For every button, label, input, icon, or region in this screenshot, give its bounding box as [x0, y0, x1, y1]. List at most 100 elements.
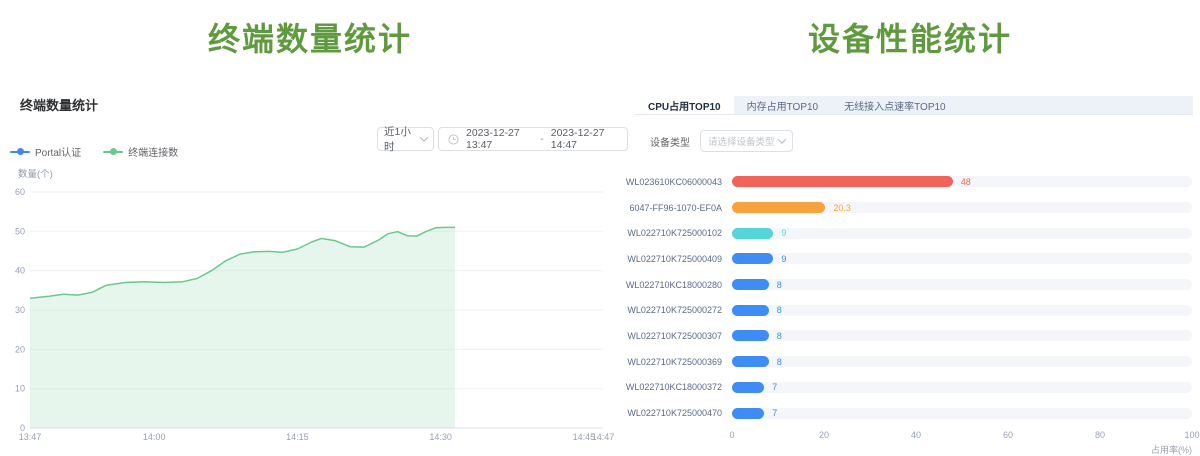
- bar: [732, 382, 764, 393]
- legend-label: Portal认证: [35, 144, 81, 159]
- bar: [732, 305, 769, 316]
- bar-track: 20.3: [732, 202, 1192, 213]
- bar-row: 6047-FF96-1070-EF0A 20.3: [620, 195, 1200, 221]
- bar-track: 48: [732, 176, 1192, 187]
- device-serial-label: WL022710K725000272: [620, 305, 727, 315]
- time-range-select[interactable]: 近1小时: [377, 127, 434, 151]
- device-type-label: 设备类型: [650, 134, 690, 149]
- bar-row: WL023610KC06000043 48: [620, 169, 1200, 195]
- device-serial-label: WL022710K725000409: [620, 254, 727, 264]
- bar-track: 9: [732, 228, 1192, 239]
- date-separator: -: [540, 133, 544, 145]
- performance-tabs: CPU占用TOP10 内存占用TOP10 无线接入点速率TOP10: [635, 96, 1193, 115]
- left-section-heading: 终端数量统计: [0, 14, 620, 60]
- bar: [732, 330, 769, 341]
- bar: [732, 279, 769, 290]
- chart-legend: Portal认证 终端连接数: [10, 144, 178, 159]
- x-axis-tick: 40: [911, 430, 921, 440]
- device-type-filter: 设备类型 请选择设备类型: [650, 130, 793, 152]
- bar-track: 7: [732, 382, 1192, 393]
- bar-row: WL022710K7250003698: [620, 349, 1200, 375]
- svg-text:14:47: 14:47: [592, 432, 615, 442]
- bar: [732, 356, 769, 367]
- svg-text:60: 60: [15, 187, 25, 197]
- svg-text:14:00: 14:00: [143, 432, 166, 442]
- legend-line-dot-icon: [10, 151, 30, 153]
- bar-value: 7: [772, 408, 777, 419]
- bar-value: 8: [777, 305, 782, 316]
- x-axis-tick: 100: [1184, 430, 1199, 440]
- legend-item-portal[interactable]: Portal认证: [10, 144, 81, 159]
- bar: [732, 202, 825, 213]
- bar-row: WL022710K725000409 9: [620, 246, 1200, 272]
- svg-text:30: 30: [15, 305, 25, 315]
- legend-line-dot-icon: [103, 151, 123, 153]
- legend-item-terminal-connections[interactable]: 终端连接数: [103, 144, 178, 159]
- device-serial-label: 6047-FF96-1070-EF0A: [620, 203, 727, 213]
- bar-row: WL022710K725000272 8: [620, 297, 1200, 323]
- bar-value: 8: [777, 357, 782, 368]
- x-axis-tick: 80: [1095, 430, 1105, 440]
- bar-row: WL022710KC18000372 7: [620, 375, 1200, 401]
- svg-text:50: 50: [15, 226, 25, 236]
- bar-row: WL022710K725000102 9: [620, 220, 1200, 246]
- device-serial-label: WL022710K725000307: [620, 331, 727, 341]
- svg-text:14:45: 14:45: [573, 432, 596, 442]
- bar-track: 8: [732, 330, 1192, 341]
- device-serial-label: WL022710KC18000372: [620, 382, 727, 392]
- bar-row: WL022710KC18000280 8: [620, 272, 1200, 298]
- svg-text:14:15: 14:15: [286, 432, 309, 442]
- bar-track: 8: [732, 305, 1192, 316]
- bar-track: 8: [732, 356, 1192, 367]
- device-serial-label: WL023610KC06000043: [620, 177, 727, 187]
- device-type-select[interactable]: 请选择设备类型: [700, 130, 793, 152]
- bar: [732, 176, 953, 187]
- x-axis-title: 占用率(%): [732, 443, 1192, 456]
- x-axis-tick: 0: [729, 430, 734, 440]
- right-section-heading: 设备性能统计: [620, 14, 1200, 60]
- device-serial-label: WL022710KC18000280: [620, 280, 727, 290]
- bar: [732, 253, 773, 264]
- svg-text:10: 10: [15, 384, 25, 394]
- bar-chart-x-axis: 020406080100: [732, 430, 1192, 442]
- bar-track: 9: [732, 253, 1192, 264]
- clock-icon: [448, 134, 459, 145]
- tab-wireless-ap-rate-top10[interactable]: 无线接入点速率TOP10: [831, 96, 959, 114]
- time-range-value: 近1小时: [384, 124, 421, 154]
- device-serial-label: WL022710K725000102: [620, 228, 727, 238]
- date-end: 2023-12-27 14:47: [551, 127, 618, 151]
- bar-value: 7: [772, 382, 777, 393]
- chevron-down-icon: [778, 135, 786, 143]
- bar-value: 48: [961, 177, 971, 188]
- svg-text:13:47: 13:47: [19, 432, 42, 442]
- terminal-chart-title: 终端数量统计: [20, 95, 98, 114]
- bar-row: WL022710K725000307 8: [620, 323, 1200, 349]
- terminal-trend-chart: 0 10 20 30 40 50 60 13:47 14:00 14:15 14:30 14:4514…: [0, 0, 620, 456]
- bar-track: 8: [732, 279, 1192, 290]
- svg-text:14:30: 14:30: [429, 432, 452, 442]
- tab-memory-top10[interactable]: 内存占用TOP10: [734, 96, 832, 114]
- bar-value: 20.3: [833, 203, 851, 214]
- terminal-count-panel: 终端数量统计 终端数量统计 近1小时 2023-12-27 13:47 - 20…: [0, 0, 620, 456]
- y-axis-title: 数量(个): [18, 166, 53, 180]
- bar: [732, 228, 773, 239]
- bar-value: 9: [781, 254, 786, 265]
- x-axis-tick: 20: [819, 430, 829, 440]
- device-type-placeholder: 请选择设备类型: [708, 134, 775, 148]
- device-performance-panel: 设备性能统计 CPU占用TOP10 内存占用TOP10 无线接入点速率TOP10…: [620, 0, 1200, 456]
- bar-track: 7: [732, 408, 1192, 419]
- bar-value: 8: [777, 280, 782, 291]
- svg-text:40: 40: [15, 266, 25, 276]
- bar-value: 9: [781, 228, 786, 239]
- legend-label: 终端连接数: [128, 144, 178, 159]
- x-axis-tick: 60: [1003, 430, 1013, 440]
- bar: [732, 408, 764, 419]
- date-start: 2023-12-27 13:47: [466, 127, 533, 151]
- bar-row: WL022710K7250004707: [620, 400, 1200, 426]
- svg-text:20: 20: [15, 344, 25, 354]
- bar-value: 8: [777, 331, 782, 342]
- chevron-down-icon: [420, 133, 428, 141]
- date-range-picker[interactable]: 2023-12-27 13:47 - 2023-12-27 14:47: [438, 127, 628, 151]
- svg-text:0: 0: [20, 423, 25, 433]
- tab-cpu-top10[interactable]: CPU占用TOP10: [635, 96, 734, 114]
